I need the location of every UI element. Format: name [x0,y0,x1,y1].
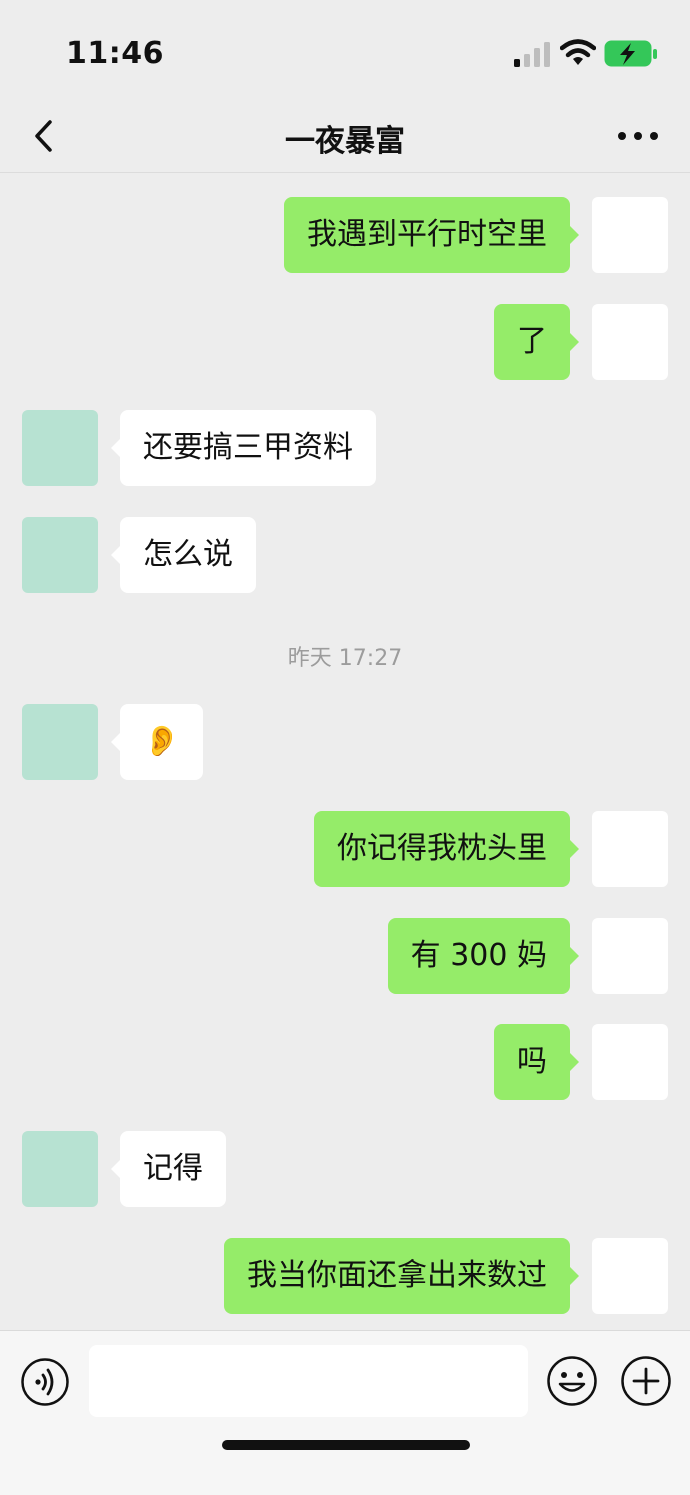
self-avatar[interactable] [592,197,668,273]
message-bubble-sent[interactable]: 我遇到平行时空里 [284,197,579,273]
contact-avatar[interactable] [22,410,98,486]
more-horizontal-icon[interactable] [616,120,660,152]
message-bubble-sent[interactable]: 你记得我枕头里 [314,811,579,887]
message-bubble-sent[interactable]: 吗 [494,1024,579,1100]
self-avatar[interactable] [592,1024,668,1100]
self-avatar[interactable] [592,811,668,887]
chat-input-bar [0,1330,690,1495]
contact-avatar[interactable] [22,704,98,780]
voice-icon[interactable] [20,1357,70,1407]
message-bubble-received[interactable]: 还要搞三甲资料 [111,410,376,486]
status-time: 11:46 [66,36,164,71]
self-avatar[interactable] [592,1238,668,1314]
message-input[interactable] [89,1345,528,1417]
wifi-icon [560,39,596,65]
self-avatar[interactable] [592,918,668,994]
battery-icon [604,40,657,67]
home-indicator [222,1440,470,1450]
chat-title: 一夜暴富 [285,124,405,159]
message-bubble-sent[interactable]: 了 [494,304,579,380]
emoji-icon[interactable] [546,1355,598,1407]
message-bubble-received[interactable]: 记得 [111,1131,226,1207]
signal-icon [514,42,550,67]
nav-bar: 一夜暴富 [0,100,690,173]
message-bubble-received[interactable]: 👂 [110,704,204,780]
contact-avatar[interactable] [22,1131,98,1207]
message-bubble-sent[interactable]: 我当你面还拿出来数过 [224,1238,579,1314]
message-bubble-received[interactable]: 怎么说 [111,517,256,593]
status-bar: 11:46 [0,0,690,100]
message-bubble-sent[interactable]: 有 300 妈 [387,918,580,994]
plus-icon[interactable] [620,1355,672,1407]
message-timestamp: 昨天 17:27 [287,646,403,671]
self-avatar[interactable] [592,304,668,380]
contact-avatar[interactable] [22,517,98,593]
